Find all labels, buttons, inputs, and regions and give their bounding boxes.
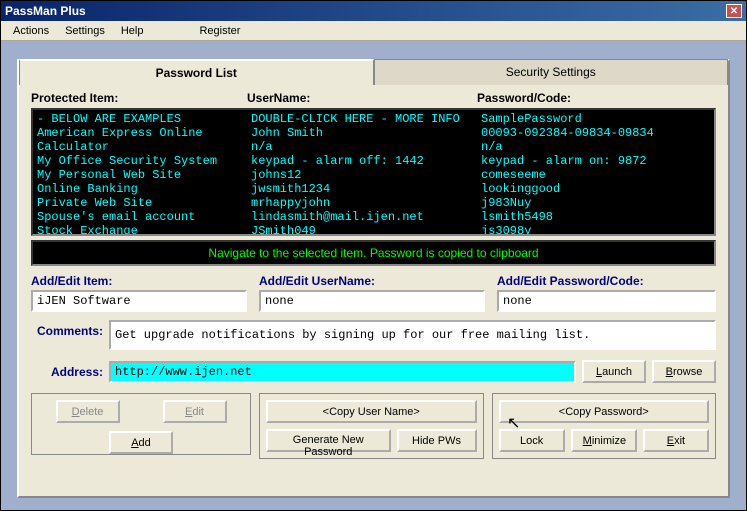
cell-item: - BELOW ARE EXAMPLES bbox=[37, 112, 251, 126]
label-edit-username: Add/Edit UserName: bbox=[259, 274, 485, 288]
cell-user: jwsmith1234 bbox=[251, 182, 481, 196]
password-list[interactable]: - BELOW ARE EXAMPLESDOUBLE-CLICK HERE - … bbox=[31, 108, 716, 236]
input-edit-item[interactable] bbox=[31, 290, 247, 312]
cell-item: Private Web Site bbox=[37, 196, 251, 210]
status-message: Navigate to the selected item. Password … bbox=[31, 240, 716, 266]
cell-user: JSmith049 bbox=[251, 224, 481, 236]
menu-bar: Actions Settings Help Register bbox=[1, 21, 746, 41]
cell-user: johns12 bbox=[251, 168, 481, 182]
browse-button[interactable]: Browse bbox=[652, 360, 716, 383]
list-row[interactable]: Private Web Sitemrhappyjohnj983Nuy bbox=[33, 196, 714, 210]
cell-item: Online Banking bbox=[37, 182, 251, 196]
cell-user: keypad - alarm off: 1442 bbox=[251, 154, 481, 168]
input-edit-username[interactable] bbox=[259, 290, 485, 312]
cell-pass: js3098y bbox=[481, 224, 710, 236]
menu-help[interactable]: Help bbox=[113, 23, 152, 39]
edit-button[interactable]: Edit bbox=[163, 400, 227, 423]
button-row: Delete Edit Add <Copy User Name> Generat… bbox=[31, 393, 716, 459]
minimize-button[interactable]: Minimize bbox=[571, 429, 637, 452]
tab-body: Protected Item: UserName: Password/Code:… bbox=[19, 61, 728, 471]
app-window: PassMan Plus ✕ Actions Settings Help Reg… bbox=[0, 0, 747, 511]
close-button[interactable]: ✕ bbox=[726, 4, 742, 18]
list-headers: Protected Item: UserName: Password/Code: bbox=[31, 91, 716, 105]
exit-button[interactable]: Exit bbox=[643, 429, 709, 452]
copy-user-group: <Copy User Name> Generate New Password H… bbox=[259, 393, 484, 459]
launch-button[interactable]: Launch bbox=[582, 360, 646, 383]
cell-pass: lookinggood bbox=[481, 182, 710, 196]
list-row[interactable]: Stock ExchangeJSmith049js3098y bbox=[33, 224, 714, 236]
menu-settings[interactable]: Settings bbox=[57, 23, 113, 39]
content-area: Password List Security Settings Protecte… bbox=[1, 41, 746, 510]
hide-passwords-button[interactable]: Hide PWs bbox=[397, 429, 477, 452]
edit-row: Add/Edit Item: Add/Edit UserName: Add/Ed… bbox=[31, 274, 716, 312]
cell-item: American Express Online bbox=[37, 126, 251, 140]
header-protected-item: Protected Item: bbox=[31, 91, 247, 105]
tab-security-settings[interactable]: Security Settings bbox=[374, 59, 729, 85]
cell-user: n/a bbox=[251, 140, 481, 154]
add-button[interactable]: Add bbox=[109, 431, 173, 454]
list-row[interactable]: My Personal Web Sitejohns12comeseeme bbox=[33, 168, 714, 182]
tab-bar: Password List Security Settings bbox=[19, 59, 728, 85]
window-title: PassMan Plus bbox=[5, 4, 726, 18]
cell-user: lindasmith@mail.ijen.net bbox=[251, 210, 481, 224]
header-username: UserName: bbox=[247, 91, 477, 105]
cell-user: John Smith bbox=[251, 126, 481, 140]
list-row[interactable]: American Express OnlineJohn Smith00093-0… bbox=[33, 126, 714, 140]
list-row[interactable]: Spouse's email accountlindasmith@mail.ij… bbox=[33, 210, 714, 224]
cell-pass: comeseeme bbox=[481, 168, 710, 182]
menu-register[interactable]: Register bbox=[191, 23, 248, 39]
cell-pass: 00093-092384-09834-09834 bbox=[481, 126, 710, 140]
cell-item: Stock Exchange bbox=[37, 224, 251, 236]
cell-pass: n/a bbox=[481, 140, 710, 154]
list-row[interactable]: My Office Security Systemkeypad - alarm … bbox=[33, 154, 714, 168]
cell-user: mrhappyjohn bbox=[251, 196, 481, 210]
list-row[interactable]: Online Bankingjwsmith1234lookinggood bbox=[33, 182, 714, 196]
list-row[interactable]: Calculatorn/an/a bbox=[33, 140, 714, 154]
address-row: Address: Launch Browse bbox=[31, 360, 716, 383]
label-edit-password: Add/Edit Password/Code: bbox=[497, 274, 716, 288]
cell-user: DOUBLE-CLICK HERE - MORE INFO bbox=[251, 112, 481, 126]
list-row[interactable]: - BELOW ARE EXAMPLESDOUBLE-CLICK HERE - … bbox=[33, 112, 714, 126]
cell-item: Calculator bbox=[37, 140, 251, 154]
menu-actions[interactable]: Actions bbox=[5, 23, 57, 39]
input-edit-password[interactable] bbox=[497, 290, 716, 312]
input-address[interactable] bbox=[109, 361, 576, 383]
main-panel: Password List Security Settings Protecte… bbox=[17, 59, 730, 498]
edit-button-group: Delete Edit Add bbox=[31, 393, 251, 455]
input-comments[interactable] bbox=[109, 320, 716, 350]
header-password: Password/Code: bbox=[477, 91, 716, 105]
tab-password-list[interactable]: Password List bbox=[19, 59, 374, 85]
title-bar: PassMan Plus ✕ bbox=[1, 1, 746, 21]
copy-username-button[interactable]: <Copy User Name> bbox=[266, 400, 477, 423]
cell-pass: keypad - alarm on: 9872 bbox=[481, 154, 710, 168]
cell-pass: lsmith5498 bbox=[481, 210, 710, 224]
cell-item: Spouse's email account bbox=[37, 210, 251, 224]
copy-password-button[interactable]: <Copy Password> bbox=[499, 400, 710, 423]
cell-item: My Office Security System bbox=[37, 154, 251, 168]
cell-pass: j983Nuy bbox=[481, 196, 710, 210]
comments-row: Comments: bbox=[31, 320, 716, 350]
copy-pass-group: <Copy Password> Lock Minimize Exit bbox=[492, 393, 717, 459]
label-edit-item: Add/Edit Item: bbox=[31, 274, 247, 288]
label-comments: Comments: bbox=[31, 320, 103, 338]
cell-pass: SamplePassword bbox=[481, 112, 710, 126]
delete-button[interactable]: Delete bbox=[56, 400, 120, 423]
label-address: Address: bbox=[31, 365, 103, 379]
cell-item: My Personal Web Site bbox=[37, 168, 251, 182]
lock-button[interactable]: Lock bbox=[499, 429, 565, 452]
close-icon: ✕ bbox=[730, 6, 738, 17]
generate-password-button[interactable]: Generate New Password bbox=[266, 429, 391, 452]
